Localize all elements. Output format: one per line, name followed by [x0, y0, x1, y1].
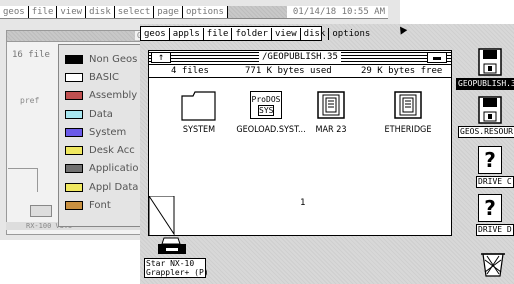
drive-a-label: GEOPUBLISH.3	[456, 78, 514, 90]
legend-label: Font	[89, 200, 111, 212]
menu-folder[interactable]: folder	[232, 27, 272, 40]
printer-glyph	[158, 237, 186, 254]
drive-c-label: DRIVE C	[476, 176, 514, 188]
drive-b-icon[interactable]	[478, 96, 502, 124]
menu-disk[interactable]: disk	[301, 27, 330, 40]
back-menu-select[interactable]: select	[115, 6, 155, 18]
printer-label: Star NX-10 Grappler+ (P)	[144, 258, 209, 278]
printer-name: Star NX-10	[146, 259, 195, 268]
back-menu-file[interactable]: file	[29, 6, 58, 18]
floppy-disk-icon	[478, 48, 502, 76]
back-page-corner	[8, 168, 38, 192]
question-mark-icon: ?	[484, 196, 496, 220]
dog-ear-icon	[148, 195, 175, 236]
document-icon	[394, 91, 422, 119]
back-menu-geos[interactable]: geos	[0, 6, 29, 18]
color-swatch-icon	[65, 146, 83, 156]
folder-icon	[181, 91, 216, 121]
prodos-art-text: ProDOS	[251, 95, 281, 104]
file-count: 4 files	[171, 66, 209, 76]
close-bar	[433, 57, 441, 60]
color-swatch-icon	[65, 182, 83, 192]
folder-window-titlebar[interactable]: ↑ /GEOPUBLISH.35	[149, 51, 451, 65]
question-mark-icon: ?	[484, 148, 496, 172]
printer-interface: Grappler+ (P)	[146, 268, 209, 277]
back-menu-options[interactable]: options	[183, 6, 228, 18]
prodos-icon: ProDOS SYS	[250, 91, 282, 119]
floppy-disk-icon	[478, 96, 502, 124]
page-number: 1	[300, 198, 306, 208]
trash-icon[interactable]	[480, 248, 506, 278]
drive-a-icon[interactable]	[478, 48, 502, 76]
color-swatch-icon	[65, 72, 83, 82]
back-menu-view[interactable]: view	[57, 6, 87, 18]
folder-path: /GEOPUBLISH.35	[259, 51, 341, 64]
menu-view[interactable]: view	[272, 27, 301, 40]
drive-b-label: GEOS.RESOUR	[458, 126, 514, 138]
back-files-label: 16 file	[12, 50, 50, 60]
drive-c-icon[interactable]: ?	[478, 146, 502, 174]
file-label: MAR 23	[315, 125, 347, 135]
drive-d-icon[interactable]: ?	[478, 194, 502, 222]
sys-art-text: SYS	[258, 105, 274, 116]
drive-d-label: DRIVE D	[476, 224, 514, 236]
bytes-used: 771 K bytes used	[245, 66, 332, 76]
back-clock: 01/14/18 10:55 AM	[292, 7, 385, 17]
file-label: ETHERIDGE	[384, 125, 432, 135]
back-menu-disk[interactable]: disk	[86, 6, 115, 18]
up-arrow-button[interactable]: ↑	[151, 52, 171, 63]
menu-options[interactable]: options	[329, 28, 373, 40]
legend-label: BASIC	[89, 71, 119, 83]
color-swatch-icon	[65, 127, 83, 137]
trash-can-glyph	[481, 253, 505, 277]
legend-label: Assembly	[89, 90, 138, 102]
close-box-icon[interactable]	[427, 52, 447, 63]
legend-label: Desk Acc	[89, 145, 135, 157]
back-menu-bar: geos file view disk select page options …	[0, 6, 388, 19]
color-swatch-icon	[65, 164, 83, 174]
back-menu-spacer	[227, 6, 287, 18]
file-icon-mar23[interactable]: MAR 23	[308, 90, 354, 138]
color-swatch-icon	[65, 201, 83, 211]
legend-label: System	[89, 126, 127, 138]
menu-file[interactable]: file	[204, 27, 233, 40]
back-printer-icon[interactable]	[30, 205, 52, 217]
page-turn-corner[interactable]	[148, 195, 175, 236]
legend-label: Data	[89, 108, 113, 120]
file-icon-etheridge[interactable]: ETHERIDGE	[380, 90, 436, 138]
color-swatch-icon	[65, 109, 83, 119]
document-icon	[317, 91, 345, 119]
file-icon-system[interactable]: SYSTEM	[176, 90, 222, 138]
menu-appls[interactable]: appls	[170, 27, 204, 40]
legend-label: Appl Data	[89, 181, 139, 193]
menu-geos[interactable]: geos	[141, 27, 170, 40]
file-label: SYSTEM	[182, 125, 216, 135]
file-label: GEOLOAD.SYST...	[236, 125, 306, 135]
printer-icon[interactable]	[156, 236, 188, 258]
color-swatch-icon	[65, 91, 83, 101]
legend-label: Applicatio	[89, 163, 139, 175]
bytes-free: 29 K bytes free	[361, 66, 443, 76]
folder-info-bar: 4 files 771 K bytes used 29 K bytes free	[149, 65, 451, 78]
legend-label: Non Geos	[89, 53, 138, 65]
back-pref-label: pref	[20, 96, 40, 105]
back-menu-page[interactable]: page	[154, 6, 183, 18]
file-icon-geoload[interactable]: ProDOS SYS GEOLOAD.SYST...	[236, 90, 306, 138]
color-swatch-icon	[65, 54, 83, 64]
front-menu-bar: geos appls file folder view disk options	[140, 26, 370, 41]
